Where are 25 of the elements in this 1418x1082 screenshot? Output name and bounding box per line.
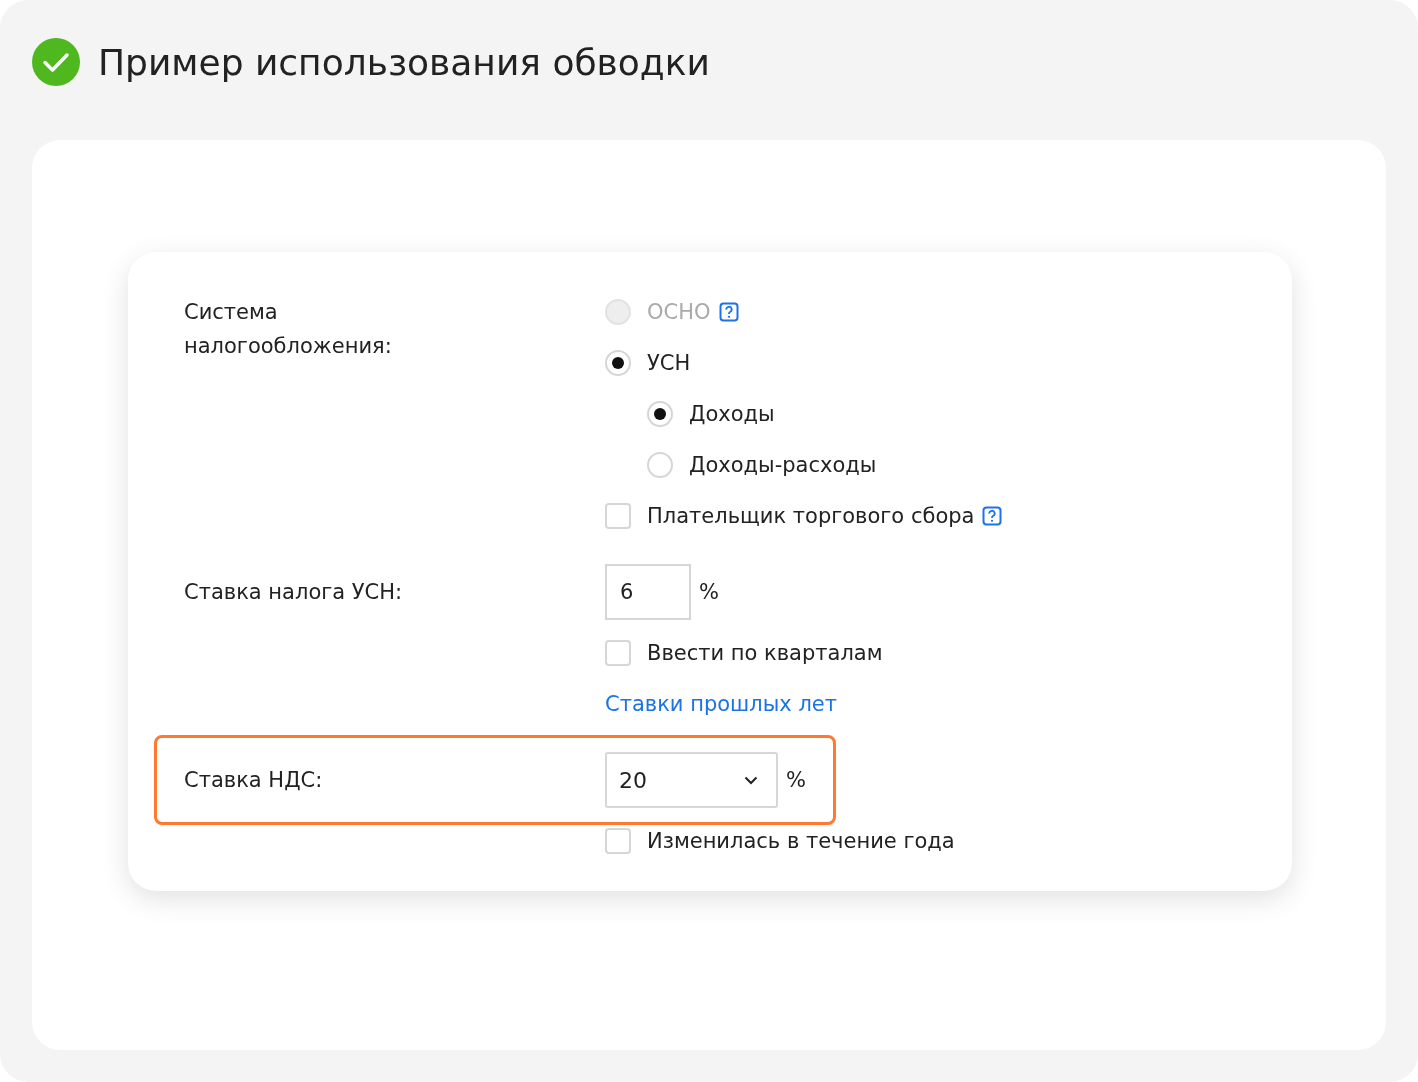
- checkbox[interactable]: [605, 503, 631, 529]
- checkbox-label: Ввести по кварталам: [647, 641, 883, 665]
- radio-button[interactable]: [647, 452, 673, 478]
- unit-label: %: [786, 768, 806, 792]
- radio-button[interactable]: [647, 401, 673, 427]
- unit-label: %: [699, 580, 719, 604]
- field-label: Ставка НДС:: [184, 767, 323, 794]
- checkbox-label: Плательщик торгового сбора: [647, 504, 975, 528]
- chevron-down-icon: [744, 775, 758, 785]
- field-label: Система налогообложения:: [184, 299, 393, 360]
- help-icon[interactable]: [982, 506, 1003, 526]
- field-label: Ставка налога УСН:: [184, 579, 403, 606]
- checkbox-label: Изменилась в течение года: [647, 829, 955, 853]
- input-field[interactable]: 6: [605, 564, 691, 620]
- check-circle-icon: [32, 38, 80, 86]
- radio-label: Доходы: [689, 402, 775, 426]
- radio-label: УСН: [647, 351, 691, 375]
- checkbox[interactable]: [605, 640, 631, 666]
- link[interactable]: Ставки прошлых лет: [605, 692, 837, 716]
- radio-button[interactable]: [605, 350, 631, 376]
- checkbox[interactable]: [605, 828, 631, 854]
- page-title: Пример использования обводки: [98, 41, 710, 83]
- radio-label: Доходы-расходы: [689, 453, 877, 477]
- radio-label: ОСНО: [647, 300, 711, 324]
- select-field[interactable]: 20: [605, 752, 778, 808]
